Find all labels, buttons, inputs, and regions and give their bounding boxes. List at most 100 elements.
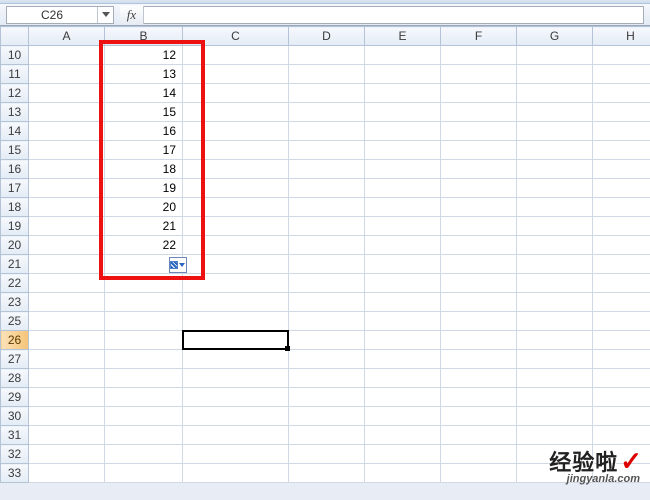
cell-C31[interactable] [183,426,289,445]
cell-B13[interactable]: 15 [105,103,183,122]
formula-input[interactable] [144,6,644,24]
column-header-A[interactable]: A [29,27,105,46]
row-header-19[interactable]: 19 [1,217,29,236]
cell-B30[interactable] [105,407,183,426]
cell-A18[interactable] [29,198,105,217]
row-header-28[interactable]: 28 [1,369,29,388]
column-header-F[interactable]: F [441,27,517,46]
cell-H26[interactable] [593,331,650,350]
cell-B16[interactable]: 18 [105,160,183,179]
cell-C15[interactable] [183,141,289,160]
autofill-options-button[interactable] [169,257,187,273]
cell-D17[interactable] [289,179,365,198]
cell-H30[interactable] [593,407,650,426]
cell-B14[interactable]: 16 [105,122,183,141]
cell-E22[interactable] [365,274,441,293]
cell-D14[interactable] [289,122,365,141]
row-header-26[interactable]: 26 [1,331,29,350]
row-header-16[interactable]: 16 [1,160,29,179]
cell-E12[interactable] [365,84,441,103]
spreadsheet-grid[interactable]: ABCDEFGH10121113121413151416151716181719… [0,26,650,483]
cell-A17[interactable] [29,179,105,198]
row-header-14[interactable]: 14 [1,122,29,141]
cell-H31[interactable] [593,426,650,445]
cell-F27[interactable] [441,350,517,369]
row-header-31[interactable]: 31 [1,426,29,445]
row-header-30[interactable]: 30 [1,407,29,426]
cell-A30[interactable] [29,407,105,426]
cell-H18[interactable] [593,198,650,217]
cell-F18[interactable] [441,198,517,217]
cell-B29[interactable] [105,388,183,407]
row-header-13[interactable]: 13 [1,103,29,122]
cell-E13[interactable] [365,103,441,122]
cell-G14[interactable] [517,122,593,141]
cell-H28[interactable] [593,369,650,388]
cell-F14[interactable] [441,122,517,141]
cell-H13[interactable] [593,103,650,122]
row-header-20[interactable]: 20 [1,236,29,255]
cell-F17[interactable] [441,179,517,198]
cell-B32[interactable] [105,445,183,464]
cell-E29[interactable] [365,388,441,407]
cell-A32[interactable] [29,445,105,464]
row-header-23[interactable]: 23 [1,293,29,312]
cell-C10[interactable] [183,46,289,65]
cell-B23[interactable] [105,293,183,312]
cell-H22[interactable] [593,274,650,293]
cell-C28[interactable] [183,369,289,388]
cell-D31[interactable] [289,426,365,445]
cell-H19[interactable] [593,217,650,236]
cell-E16[interactable] [365,160,441,179]
name-box[interactable]: C26 [6,6,114,24]
cell-C32[interactable] [183,445,289,464]
cell-G21[interactable] [517,255,593,274]
cell-E21[interactable] [365,255,441,274]
cell-B10[interactable]: 12 [105,46,183,65]
cell-C16[interactable] [183,160,289,179]
cell-A20[interactable] [29,236,105,255]
column-header-E[interactable]: E [365,27,441,46]
cell-G12[interactable] [517,84,593,103]
cell-H25[interactable] [593,312,650,331]
cell-A19[interactable] [29,217,105,236]
cell-F16[interactable] [441,160,517,179]
cell-E30[interactable] [365,407,441,426]
cell-C18[interactable] [183,198,289,217]
cell-E19[interactable] [365,217,441,236]
cell-D11[interactable] [289,65,365,84]
cell-F25[interactable] [441,312,517,331]
cell-G11[interactable] [517,65,593,84]
cell-C14[interactable] [183,122,289,141]
cell-A25[interactable] [29,312,105,331]
cell-A29[interactable] [29,388,105,407]
cell-B11[interactable]: 13 [105,65,183,84]
cell-E28[interactable] [365,369,441,388]
cell-A23[interactable] [29,293,105,312]
cell-B25[interactable] [105,312,183,331]
cell-A33[interactable] [29,464,105,483]
cell-G30[interactable] [517,407,593,426]
cell-A31[interactable] [29,426,105,445]
cell-C33[interactable] [183,464,289,483]
row-header-27[interactable]: 27 [1,350,29,369]
cell-A21[interactable] [29,255,105,274]
cell-G17[interactable] [517,179,593,198]
cell-E20[interactable] [365,236,441,255]
column-header-C[interactable]: C [183,27,289,46]
cell-B17[interactable]: 19 [105,179,183,198]
cell-B22[interactable] [105,274,183,293]
cell-D28[interactable] [289,369,365,388]
row-header-25[interactable]: 25 [1,312,29,331]
cell-F31[interactable] [441,426,517,445]
cell-G10[interactable] [517,46,593,65]
cell-G15[interactable] [517,141,593,160]
cell-A15[interactable] [29,141,105,160]
cell-E15[interactable] [365,141,441,160]
cell-E14[interactable] [365,122,441,141]
cell-H23[interactable] [593,293,650,312]
cell-E17[interactable] [365,179,441,198]
cell-D23[interactable] [289,293,365,312]
cell-F22[interactable] [441,274,517,293]
cell-D10[interactable] [289,46,365,65]
